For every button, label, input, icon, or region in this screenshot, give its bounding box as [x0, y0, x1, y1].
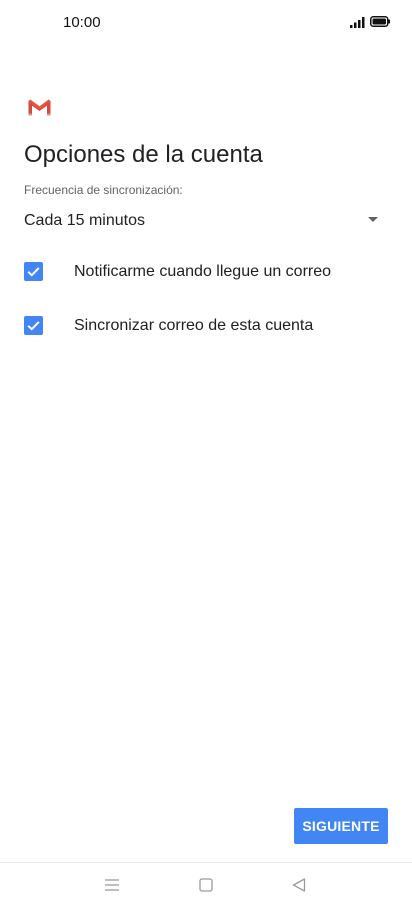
status-time: 10:00 [63, 14, 101, 31]
notify-option-label: Notificarme cuando llegue un correo [74, 263, 332, 280]
menu-icon[interactable] [104, 877, 120, 893]
back-icon[interactable] [291, 877, 307, 893]
sync-option[interactable]: Sincronizar correo de esta cuenta [24, 310, 388, 340]
dropdown-arrow-icon [368, 217, 378, 222]
checkmark-icon [27, 321, 40, 331]
gmail-logo-icon [28, 99, 51, 116]
battery-icon [370, 16, 390, 27]
checkmark-icon [27, 267, 40, 277]
page-title: Opciones de la cuenta [24, 141, 263, 168]
next-button[interactable]: SIGUIENTE [294, 808, 388, 844]
sync-frequency-dropdown[interactable]: Cada 15 minutos [24, 204, 388, 238]
notify-option[interactable]: Notificarme cuando llegue un correo [24, 256, 388, 286]
sync-checkbox[interactable] [24, 316, 43, 335]
sync-frequency-value: Cada 15 minutos [24, 212, 145, 229]
home-icon[interactable] [198, 877, 214, 893]
sync-option-label: Sincronizar correo de esta cuenta [74, 317, 314, 334]
status-bar: 10:00 [0, 0, 412, 46]
navigation-bar [0, 862, 412, 907]
signal-icon [350, 17, 365, 28]
notify-checkbox[interactable] [24, 262, 43, 281]
sync-frequency-label: Frecuencia de sincronización: [24, 183, 183, 197]
